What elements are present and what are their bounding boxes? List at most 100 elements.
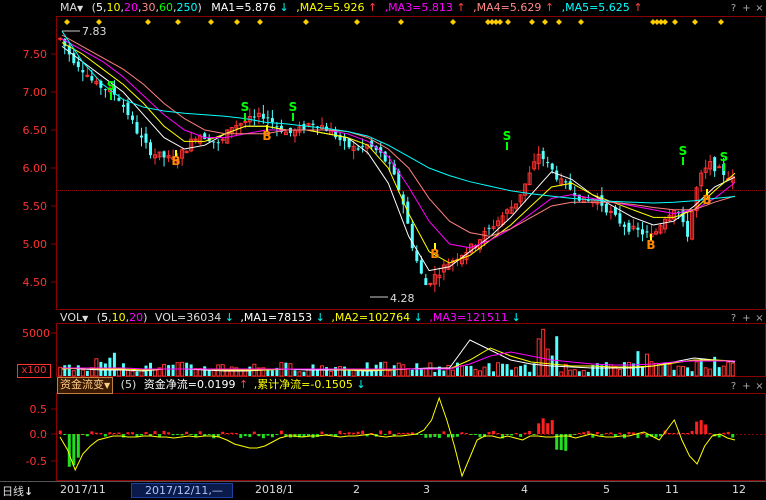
volume-bar-down bbox=[469, 365, 473, 376]
volume-bar-down bbox=[85, 370, 89, 376]
flow-bar-positive bbox=[279, 430, 283, 434]
volume-bar-down bbox=[464, 365, 468, 376]
flow-tick-label: 0.5 bbox=[30, 403, 48, 416]
candle-body-down bbox=[252, 116, 256, 118]
volume-bar-up bbox=[139, 370, 144, 377]
flow-bar-positive bbox=[162, 430, 166, 434]
volume-bar-up bbox=[405, 368, 410, 377]
volume-bar-down bbox=[636, 351, 640, 376]
ma-line-ma3 bbox=[61, 38, 736, 249]
candle-body-down bbox=[135, 122, 139, 134]
volume-bar-up bbox=[401, 364, 406, 377]
flow-bar-negative bbox=[505, 434, 509, 435]
flow-bar-positive bbox=[699, 420, 703, 434]
chart-canvas[interactable]: 7.50 7.00 6.50 6.00 5.50 5.00 4.50 S S S S S S B B B B B… bbox=[0, 0, 766, 481]
zoom-button[interactable]: + bbox=[741, 313, 752, 324]
candle-body-down bbox=[604, 203, 608, 213]
ma-lines bbox=[61, 30, 736, 272]
volume-bar-up bbox=[694, 361, 699, 377]
candle-body-down bbox=[139, 135, 143, 138]
volume-bar-up bbox=[726, 361, 731, 377]
close-button[interactable]: × bbox=[754, 381, 765, 392]
candle-body-down bbox=[130, 115, 134, 120]
zoom-button[interactable]: + bbox=[741, 381, 752, 392]
flow-net-value: 资金净流=0.0199 ↑ bbox=[143, 378, 249, 391]
vol-params: (5,10,20) bbox=[96, 311, 148, 324]
volume-bar-up bbox=[423, 368, 428, 377]
flow-bar-positive bbox=[320, 431, 324, 434]
volume-bar-up bbox=[473, 368, 478, 377]
time-label: 4 bbox=[521, 483, 528, 496]
volume-bar-up bbox=[162, 363, 167, 377]
diamond-marker-icon bbox=[234, 19, 240, 25]
time-label: 3 bbox=[423, 483, 430, 496]
flow-indicator-selector[interactable]: 资金流变▼ bbox=[57, 377, 114, 394]
volume-bar-up bbox=[541, 328, 546, 377]
low-label: 4.28 bbox=[390, 292, 415, 305]
flow-bar-positive bbox=[695, 421, 699, 434]
candle-body-up bbox=[428, 282, 433, 285]
dropdown-triangle-icon: ▼ bbox=[82, 314, 89, 323]
volume-bar-down bbox=[505, 364, 509, 376]
help-button[interactable]: ? bbox=[728, 313, 739, 324]
flow-bar-negative bbox=[158, 434, 162, 437]
volume-bar-down bbox=[325, 367, 329, 376]
candle-body-down bbox=[424, 278, 428, 286]
volume-bar-down bbox=[523, 364, 527, 376]
cumulative-flow-polyline bbox=[59, 396, 736, 478]
flow-bar-positive bbox=[537, 423, 541, 434]
flow-bar-positive bbox=[352, 432, 356, 434]
volume-bar-down bbox=[622, 362, 626, 376]
volume-bar-down bbox=[415, 363, 419, 376]
vol-value: VOL=36034 ↓ bbox=[154, 311, 234, 324]
candle-body-down bbox=[640, 229, 644, 235]
help-button[interactable]: ? bbox=[728, 381, 739, 392]
vol-indicator-selector[interactable]: VOL▼ bbox=[60, 311, 88, 324]
volume-bar-up bbox=[572, 369, 577, 377]
volume-bar-up bbox=[703, 367, 708, 377]
flow-y-axis: 0.5 0.0 -0.5 bbox=[26, 403, 56, 468]
diamond-marker-icon bbox=[208, 19, 214, 25]
volume-bar-down bbox=[356, 370, 360, 376]
flow-bar-negative bbox=[103, 434, 107, 437]
volume-bar-down bbox=[586, 371, 590, 376]
volume-bar-down bbox=[112, 352, 116, 376]
flow-bar-negative bbox=[257, 434, 261, 437]
flow-bar-positive bbox=[442, 431, 446, 434]
volume-bar-up bbox=[125, 370, 130, 377]
vol-ma3-value: ,MA3=121511 ↓ bbox=[429, 311, 521, 324]
volume-bar-up bbox=[130, 370, 135, 377]
flow-bar-positive bbox=[153, 431, 157, 434]
flow-bar-positive bbox=[618, 432, 622, 434]
flow-bar-positive bbox=[388, 430, 392, 434]
volume-bar-down bbox=[686, 367, 690, 376]
volume-bar-down bbox=[207, 370, 211, 376]
volume-bar-up bbox=[559, 371, 564, 377]
volume-bar-down bbox=[410, 369, 414, 376]
candle-body-down bbox=[686, 220, 690, 237]
flow-bar-positive bbox=[343, 433, 347, 434]
flow-bar-negative bbox=[248, 434, 252, 437]
flow-tick-label: 0.0 bbox=[30, 428, 48, 441]
price-tick-label: 7.00 bbox=[23, 86, 48, 99]
candle-body-down bbox=[487, 227, 491, 229]
candle-body-down bbox=[126, 102, 130, 115]
candle-body-down bbox=[203, 133, 207, 140]
volume-bar-up bbox=[71, 370, 76, 377]
period-selector[interactable]: 日线↓ bbox=[2, 483, 33, 499]
flow-indicator-header: 资金流变▼ (5) 资金净流=0.0199 ↑ ,累计净流=-0.1505 ↓ bbox=[0, 377, 366, 394]
high-label: 7.83 bbox=[82, 25, 107, 38]
volume-bar-up bbox=[450, 369, 455, 377]
candle-body-down bbox=[302, 123, 306, 130]
candle-body-down bbox=[81, 70, 85, 73]
flow-bars bbox=[58, 418, 735, 467]
volume-bar-up bbox=[681, 366, 686, 377]
candle-body-down bbox=[275, 126, 279, 128]
volume-bar-down bbox=[487, 363, 491, 376]
price-tick-label: 5.00 bbox=[23, 238, 48, 251]
flow-cum-value: ,累计净流=-0.1505 ↓ bbox=[253, 378, 366, 391]
close-button[interactable]: × bbox=[754, 313, 765, 324]
flow-bar-negative bbox=[564, 434, 568, 451]
price-frame bbox=[56, 16, 766, 310]
flow-bar-positive bbox=[94, 432, 98, 434]
